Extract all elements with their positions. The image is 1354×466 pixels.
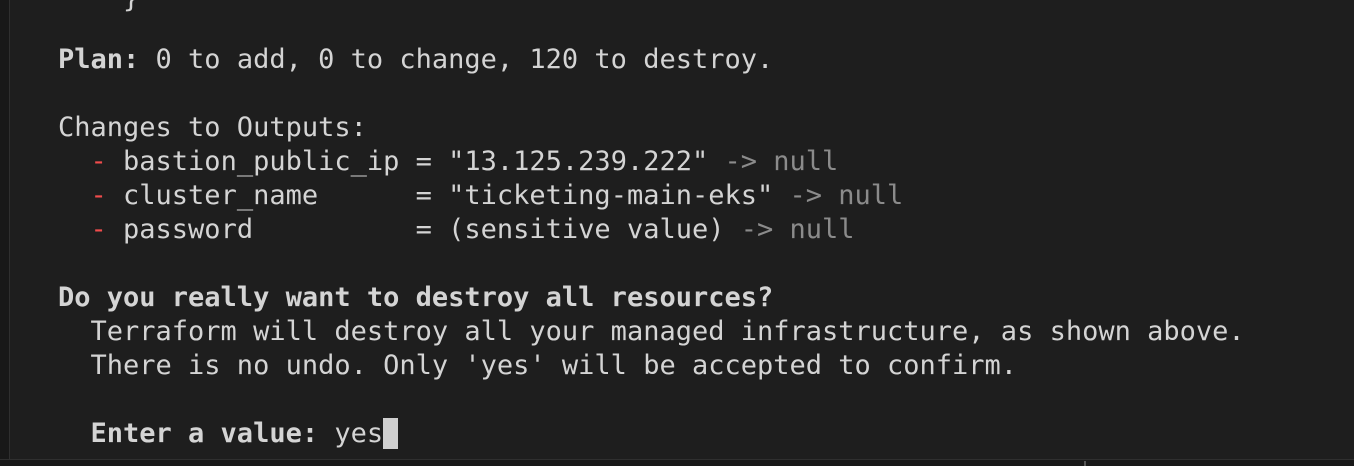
minus-marker: - <box>58 146 124 177</box>
output-change-text: cluster_name = "ticketing-main-eks" <box>123 180 774 211</box>
minus-marker: - <box>58 214 124 245</box>
null-arrow: -> null <box>724 214 855 245</box>
input-value[interactable]: yes <box>318 418 383 449</box>
scrollbar-marker <box>1084 461 1086 466</box>
confirm-description-line: Terraform will destroy all your managed … <box>58 316 1245 347</box>
previous-output-fragment: } <box>58 0 139 16</box>
panel-left-border <box>0 0 10 466</box>
confirm-question: Do you really want to destroy all resour… <box>58 282 774 313</box>
minus-marker: - <box>58 180 124 211</box>
plan-summary-text: 0 to add, 0 to change, 120 to destroy. <box>139 44 774 75</box>
confirm-input-line[interactable]: Enter a value: yes <box>58 417 399 451</box>
output-change-text: password = (sensitive value) <box>123 214 725 245</box>
terminal-panel[interactable]: } Plan: 0 to add, 0 to change, 120 to de… <box>0 0 1354 466</box>
output-change-row: - cluster_name = "ticketing-main-eks" ->… <box>58 179 904 213</box>
plan-label: Plan: <box>58 44 140 75</box>
output-change-row: - bastion_public_ip = "13.125.239.222" -… <box>58 145 839 179</box>
panel-bottom-border <box>0 459 1354 466</box>
plan-summary-line: Plan: 0 to add, 0 to change, 120 to dest… <box>58 43 773 77</box>
input-prompt-label: Enter a value: <box>58 418 319 449</box>
output-change-row: - password = (sensitive value) -> null <box>58 213 855 247</box>
null-arrow: -> null <box>708 146 839 177</box>
confirm-description-line: There is no undo. Only 'yes' will be acc… <box>58 350 1018 381</box>
null-arrow: -> null <box>773 180 904 211</box>
text-cursor <box>383 418 399 449</box>
outputs-header: Changes to Outputs: <box>58 112 367 143</box>
output-change-text: bastion_public_ip = "13.125.239.222" <box>123 146 709 177</box>
